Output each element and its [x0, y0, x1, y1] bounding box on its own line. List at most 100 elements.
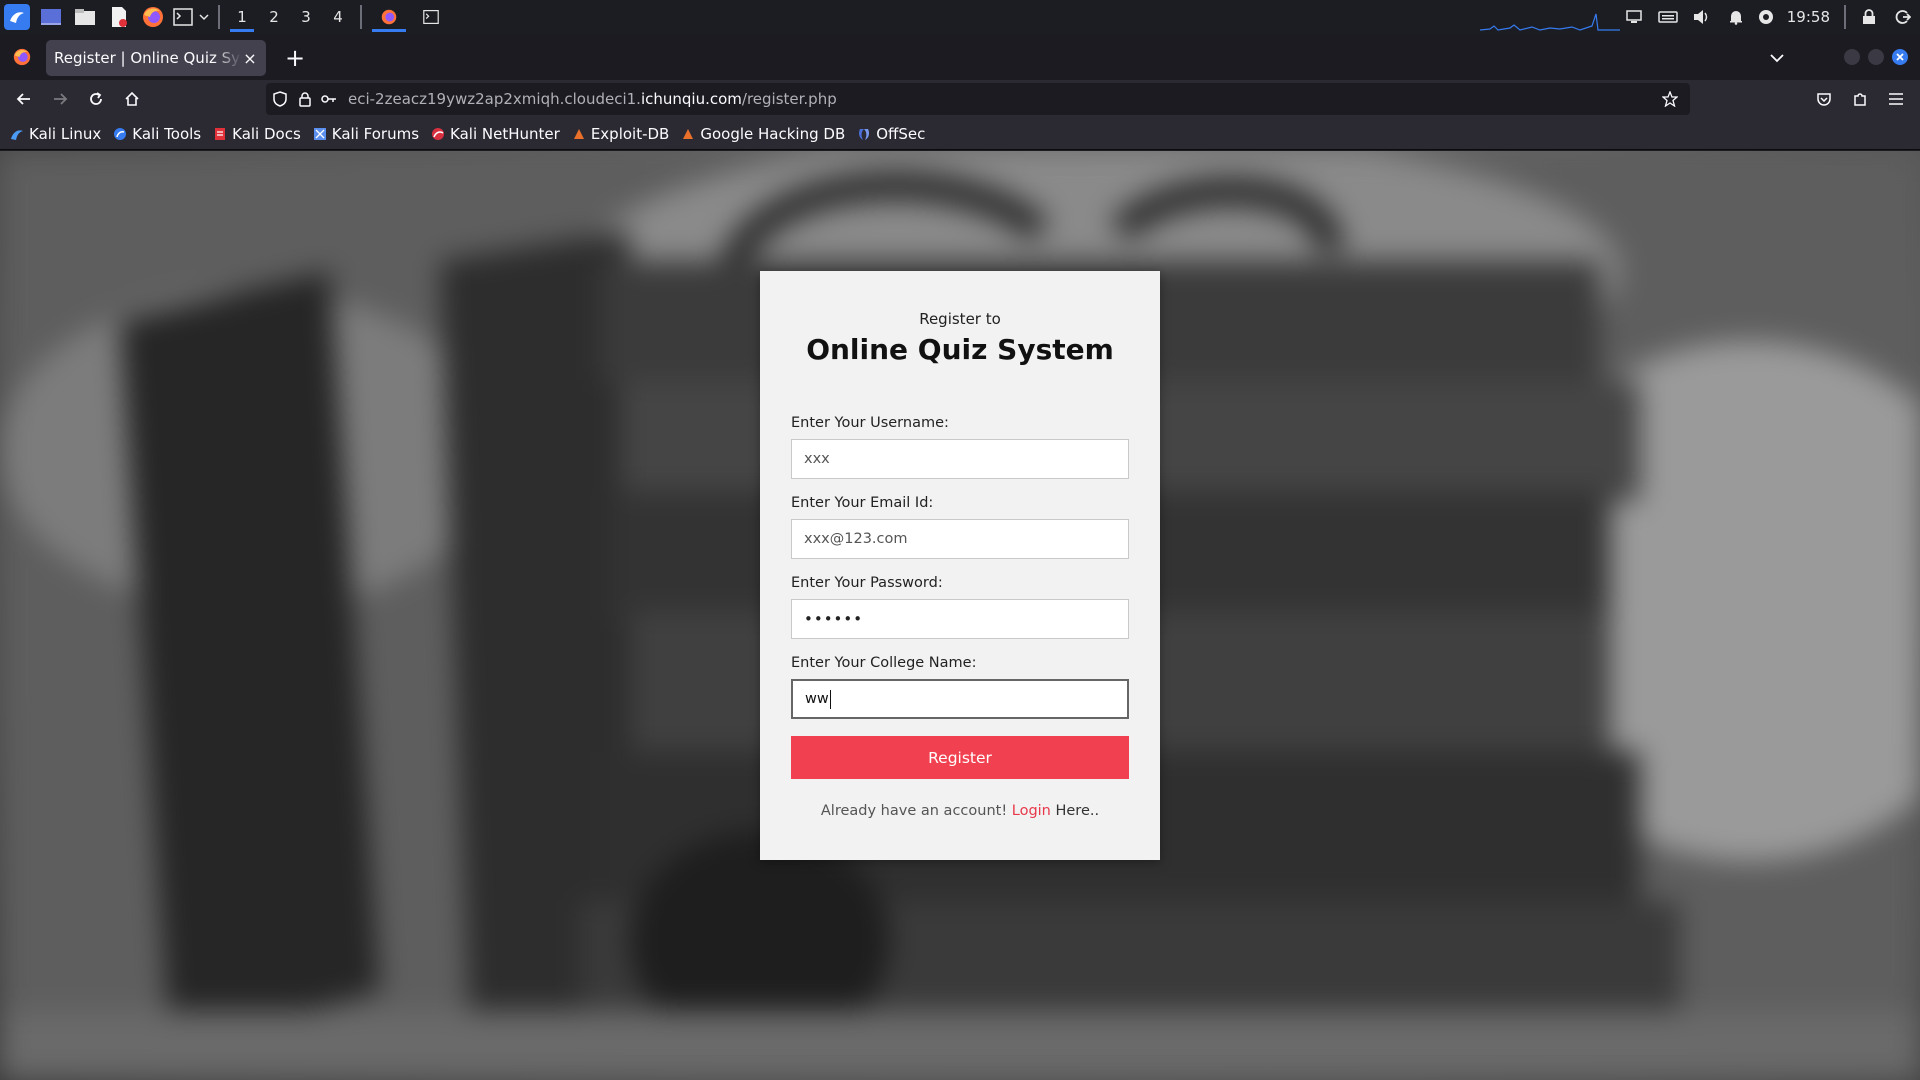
- url-text: eci-2zeacz19ywz2ap2xmiqh.cloudeci1.ichun…: [348, 90, 837, 108]
- workspace-label: 4: [333, 8, 343, 26]
- reload-button[interactable]: [80, 84, 112, 114]
- new-tab-button[interactable]: +: [278, 42, 312, 74]
- bookmark-kali-forums[interactable]: Kali Forums: [313, 125, 419, 143]
- nethunter-icon: [431, 127, 445, 141]
- text-editor-button[interactable]: [102, 0, 136, 34]
- firefox-icon: [381, 9, 397, 25]
- lock-screen-button[interactable]: [1852, 0, 1886, 34]
- application-menu-button[interactable]: [1880, 84, 1912, 114]
- workspace-2[interactable]: 2: [258, 0, 290, 34]
- show-desktop-button[interactable]: [34, 0, 68, 34]
- bookmark-label: OffSec: [876, 124, 926, 143]
- kali-docs-icon: [213, 127, 227, 141]
- bookmark-kali-docs[interactable]: Kali Docs: [213, 125, 301, 143]
- firefox-icon: [143, 7, 163, 27]
- tab-title: Register | Online Quiz System: [54, 49, 242, 67]
- url-domain: ichunqiu.com: [640, 90, 742, 108]
- firefox-launcher-button[interactable]: [136, 0, 170, 34]
- login-prompt: Already have an account! Login Here..: [760, 803, 1160, 819]
- maximize-window-button[interactable]: [1868, 49, 1884, 65]
- login-suffix: Here..: [1050, 803, 1100, 819]
- bookmark-kali-linux[interactable]: Kali Linux: [10, 125, 101, 143]
- list-all-tabs-button[interactable]: [1762, 44, 1792, 72]
- saved-logins-button[interactable]: [316, 83, 342, 115]
- tracking-protection-button[interactable]: [266, 83, 294, 115]
- folder-icon: [75, 9, 95, 25]
- display-tray-button[interactable]: [1617, 0, 1651, 34]
- page-content: Register to Online Quiz System Enter You…: [0, 151, 1920, 1080]
- site-info-button[interactable]: [294, 83, 316, 115]
- arrow-left-icon: [16, 93, 30, 105]
- bookmark-kali-tools[interactable]: Kali Tools: [113, 125, 201, 143]
- close-window-button[interactable]: [1892, 49, 1908, 65]
- panel-clock[interactable]: 19:58: [1779, 8, 1838, 26]
- bell-icon: [1729, 11, 1742, 25]
- email-input[interactable]: xxx@123.com: [791, 519, 1129, 559]
- workspace-label: 1: [237, 8, 247, 26]
- file-manager-button[interactable]: [68, 0, 102, 34]
- workspace-1[interactable]: 1: [226, 0, 258, 34]
- reload-icon: [90, 92, 102, 105]
- forward-button[interactable]: [44, 84, 76, 114]
- college-input[interactable]: ww: [791, 679, 1129, 719]
- task-firefox[interactable]: [368, 0, 410, 34]
- firefox-view-button[interactable]: [6, 42, 38, 72]
- chevron-down-icon: [199, 14, 209, 21]
- pocket-icon: [1817, 93, 1831, 106]
- terminal-launcher-button[interactable]: [170, 0, 196, 34]
- top-panel: 1 2 3 4 19:58: [0, 0, 1920, 34]
- login-prompt-text: Already have an account!: [820, 803, 1012, 819]
- key-icon: [321, 95, 336, 103]
- panel-separator: [1844, 5, 1846, 29]
- tab-register[interactable]: Register | Online Quiz System ×: [46, 40, 266, 76]
- lock-icon: [1863, 9, 1875, 24]
- keyboard-icon: [1658, 11, 1678, 23]
- terminal-dropdown-button[interactable]: [196, 0, 212, 34]
- pocket-button[interactable]: [1808, 84, 1840, 114]
- username-input[interactable]: xxx: [791, 439, 1129, 479]
- bookmark-label: Kali Docs: [232, 124, 301, 143]
- home-button[interactable]: [116, 84, 148, 114]
- register-button[interactable]: Register: [791, 736, 1129, 779]
- hamburger-menu-icon: [1889, 93, 1903, 105]
- password-input[interactable]: ••••••: [791, 599, 1129, 639]
- workspace-label: 2: [269, 8, 279, 26]
- star-icon: [1662, 91, 1678, 107]
- logout-button[interactable]: [1886, 0, 1920, 34]
- home-icon: [125, 91, 139, 106]
- volume-tray-button[interactable]: [1685, 0, 1719, 34]
- bookmark-kali-nethunter[interactable]: Kali NetHunter: [431, 125, 560, 143]
- bookmark-label: Kali Forums: [331, 124, 420, 143]
- bookmarks-toolbar: Kali Linux Kali Tools Kali Docs Kali For…: [0, 118, 1920, 150]
- bookmark-google-hacking-db[interactable]: Google Hacking DB: [681, 125, 845, 143]
- tab-close-button[interactable]: ×: [242, 49, 258, 68]
- bookmark-offsec[interactable]: OffSec: [857, 125, 925, 143]
- chevron-down-icon: [1770, 54, 1784, 63]
- bookmark-label: Kali NetHunter: [450, 124, 560, 143]
- bookmark-exploit-db[interactable]: Exploit-DB: [572, 125, 669, 143]
- workspace-3[interactable]: 3: [290, 0, 322, 34]
- extensions-button[interactable]: [1844, 84, 1876, 114]
- notifications-tray-button[interactable]: [1719, 0, 1753, 34]
- power-status-icon: [1758, 10, 1773, 24]
- url-bar[interactable]: eci-2zeacz19ywz2ap2xmiqh.cloudeci1.ichun…: [266, 83, 1690, 115]
- network-monitor-graph: [1480, 13, 1620, 31]
- task-terminal[interactable]: [410, 0, 452, 34]
- kali-menu-button[interactable]: [0, 0, 34, 34]
- workspace-label: 3: [301, 8, 311, 26]
- power-status-tray-button[interactable]: [1753, 0, 1779, 34]
- keyboard-tray-button[interactable]: [1651, 0, 1685, 34]
- kali-forums-icon: [313, 127, 327, 141]
- terminal-icon: [423, 10, 439, 24]
- bookmark-page-button[interactable]: [1656, 83, 1684, 115]
- kali-logo-icon: [4, 4, 30, 30]
- arrow-right-icon: [54, 93, 68, 105]
- minimize-window-button[interactable]: [1844, 49, 1860, 65]
- bookmark-label: Google Hacking DB: [700, 124, 846, 143]
- workspace-4[interactable]: 4: [322, 0, 354, 34]
- college-value: ww: [805, 691, 829, 707]
- login-link[interactable]: Login: [1012, 803, 1051, 819]
- email-label: Enter Your Email Id:: [791, 495, 934, 511]
- back-button[interactable]: [8, 84, 40, 114]
- terminal-icon: [173, 8, 193, 26]
